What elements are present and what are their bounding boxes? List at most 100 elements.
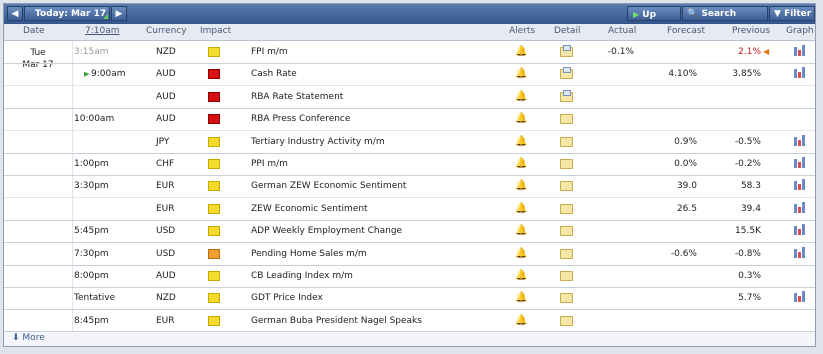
bar-chart-icon[interactable] bbox=[794, 45, 805, 56]
event-currency: USD bbox=[156, 248, 176, 259]
event-title: PPI m/m bbox=[251, 159, 288, 169]
bell-icon[interactable]: 🔔 bbox=[515, 203, 527, 214]
filter-button[interactable]: ▼ Filter bbox=[769, 6, 815, 21]
bar-chart-icon[interactable] bbox=[794, 201, 805, 213]
current-marker-icon: ▶ bbox=[84, 70, 90, 79]
event-forecast: -0.6% bbox=[670, 248, 697, 259]
today-button[interactable]: Today: Mar 17 bbox=[24, 6, 110, 21]
event-time: 9:00am bbox=[91, 69, 126, 80]
bar-chart-icon[interactable] bbox=[794, 179, 805, 191]
event-title: German ZEW Economic Sentiment bbox=[251, 181, 407, 192]
up-next-button[interactable]: ▶ Up Next bbox=[627, 6, 681, 35]
event-title: ZEW Economic Sentiment bbox=[251, 203, 368, 214]
bell-icon[interactable]: 🔔 bbox=[515, 113, 527, 124]
event-currency: EUR bbox=[156, 203, 175, 214]
event-previous: -0.5% bbox=[734, 136, 761, 147]
event-previous: 39.4 bbox=[740, 203, 761, 214]
table-row[interactable]: EUR ZEW Economic Sentiment 🔔 26.5 39.4 bbox=[4, 198, 815, 221]
event-forecast: 26.5 bbox=[676, 203, 697, 214]
bell-icon[interactable]: 🔔 bbox=[515, 136, 527, 147]
folder-icon[interactable] bbox=[560, 136, 573, 147]
folder-icon[interactable] bbox=[560, 293, 573, 304]
event-time: 8:45pm bbox=[74, 315, 109, 326]
table-row[interactable]: 3:15am NZD FPI m/m 🔔 -0.1% 2.1% ◀ bbox=[4, 41, 815, 64]
event-time: 5:45pm bbox=[74, 226, 109, 237]
bar-chart-icon[interactable] bbox=[794, 246, 805, 258]
bell-icon[interactable]: 🔔 bbox=[515, 180, 527, 191]
event-currency: AUD bbox=[156, 69, 176, 80]
bell-icon[interactable]: 🔔 bbox=[515, 315, 527, 326]
folder-icon[interactable] bbox=[560, 315, 573, 326]
col-currency: Currency bbox=[146, 26, 187, 36]
bar-chart-icon[interactable] bbox=[794, 291, 805, 303]
folder-icon[interactable] bbox=[560, 45, 573, 57]
filter-icon: ▼ bbox=[774, 9, 781, 19]
more-link[interactable]: ⬇ More bbox=[12, 333, 45, 343]
impact-high-icon bbox=[208, 114, 220, 125]
col-time[interactable]: 7:10am bbox=[85, 26, 120, 36]
event-currency: JPY bbox=[156, 136, 170, 147]
bar-chart-icon[interactable] bbox=[794, 134, 805, 146]
event-title: FPI m/m bbox=[251, 47, 288, 57]
bell-icon[interactable]: 🔔 bbox=[515, 68, 527, 79]
event-forecast: 39.0 bbox=[676, 181, 697, 192]
event-title: Tertiary Industry Activity m/m bbox=[251, 136, 385, 147]
table-row[interactable]: JPY Tertiary Industry Activity m/m 🔔 0.9% -0… bbox=[4, 131, 815, 154]
folder-icon[interactable] bbox=[560, 89, 573, 102]
bar-chart-icon[interactable] bbox=[794, 224, 805, 236]
chevron-left-icon: ◀ bbox=[11, 9, 19, 19]
next-day-button[interactable]: ▶ bbox=[111, 6, 127, 21]
prev-day-button[interactable]: ◀ bbox=[7, 6, 23, 21]
impact-low-icon bbox=[208, 203, 220, 214]
bar-chart-icon[interactable] bbox=[794, 67, 805, 79]
folder-icon[interactable] bbox=[560, 271, 573, 281]
filter-label: Filter bbox=[784, 9, 812, 19]
event-actual: -0.1% bbox=[607, 47, 634, 57]
impact-low-icon bbox=[208, 226, 220, 237]
event-previous: 2.1% bbox=[738, 47, 761, 57]
impact-low-icon bbox=[208, 47, 220, 57]
event-title: RBA Rate Statement bbox=[251, 91, 344, 102]
bell-icon[interactable]: 🔔 bbox=[515, 46, 527, 57]
folder-icon[interactable] bbox=[560, 181, 573, 192]
folder-icon[interactable] bbox=[560, 159, 573, 169]
bell-icon[interactable]: 🔔 bbox=[515, 270, 527, 281]
table-row[interactable]: 8:45pm EUR German Buba President Nagel Spe… bbox=[4, 310, 815, 333]
folder-icon[interactable] bbox=[560, 203, 573, 214]
revised-arrow-icon: ◀ bbox=[763, 47, 770, 56]
folder-icon[interactable] bbox=[560, 114, 573, 125]
impact-high-icon bbox=[208, 91, 220, 102]
bell-icon[interactable]: 🔔 bbox=[515, 158, 527, 169]
table-row[interactable]: AUD RBA Rate Statement 🔔 bbox=[4, 86, 815, 109]
down-arrow-icon: ⬇ bbox=[12, 333, 20, 343]
selected-corner-icon bbox=[103, 14, 108, 19]
col-previous: Previous bbox=[732, 26, 771, 36]
event-title: CB Leading Index m/m bbox=[251, 271, 353, 281]
table-row[interactable]: 7:30pm USD Pending Home Sales m/m 🔔 -0.6% -0.… bbox=[4, 243, 815, 266]
event-title: RBA Press Conference bbox=[251, 114, 351, 125]
bell-icon[interactable]: 🔔 bbox=[515, 225, 527, 236]
bar-chart-icon[interactable] bbox=[794, 157, 805, 168]
table-row[interactable]: 3:30pm EUR German ZEW Economic Sentiment 🔔 3… bbox=[4, 175, 815, 199]
table-row[interactable]: 1:00pm CHF PPI m/m 🔔 0.0% -0.2% bbox=[4, 153, 815, 176]
event-title: GDT Price Index bbox=[251, 293, 323, 304]
folder-icon[interactable] bbox=[560, 67, 573, 80]
table-row[interactable]: 10:00am AUD RBA Press Conference 🔔 bbox=[4, 108, 815, 132]
search-events-button[interactable]: 🔍 Search Events bbox=[682, 6, 768, 34]
table-row[interactable]: 9:00am ▶ AUD Cash Rate 🔔 4.10% 3.85% bbox=[4, 63, 815, 87]
folder-icon[interactable] bbox=[560, 248, 573, 259]
event-time: 7:30pm bbox=[74, 248, 109, 259]
event-previous: 0.3% bbox=[738, 271, 761, 281]
event-currency: NZD bbox=[156, 293, 176, 304]
event-time: 3:15am bbox=[74, 47, 109, 57]
table-row[interactable]: 5:45pm USD ADP Weekly Employment Change 🔔 15… bbox=[4, 220, 815, 244]
table-row[interactable]: Tentative NZD GDT Price Index 🔔 5.7% bbox=[4, 287, 815, 311]
today-label: Today: Mar 17 bbox=[35, 9, 107, 19]
event-previous: 58.3 bbox=[740, 181, 761, 192]
event-previous: 15.5K bbox=[735, 226, 761, 237]
table-row[interactable]: 8:00pm AUD CB Leading Index m/m 🔔 0.3% bbox=[4, 265, 815, 288]
bell-icon[interactable]: 🔔 bbox=[515, 292, 527, 303]
bell-icon[interactable]: 🔔 bbox=[515, 248, 527, 259]
bell-icon[interactable]: 🔔 bbox=[515, 91, 527, 102]
folder-icon[interactable] bbox=[560, 226, 573, 237]
